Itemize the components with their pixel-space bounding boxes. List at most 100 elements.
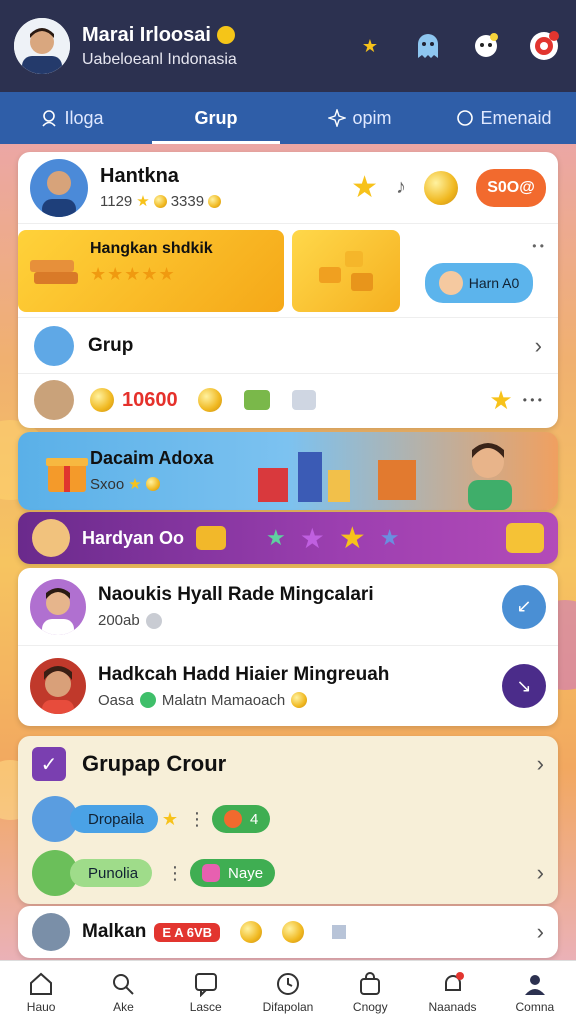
strip-avatar [32, 519, 70, 557]
treasure-icon [196, 526, 227, 550]
coin-icon [208, 194, 222, 208]
checkbox-icon[interactable]: ✓ [32, 747, 66, 781]
scroll-icon [291, 390, 316, 410]
tab-label: Emenaid [480, 107, 552, 128]
sparkle-icon [328, 109, 347, 127]
member-name: Hadkcah Hadd Hiaier Mingreuah [98, 663, 390, 685]
group-row[interactable]: Grup › [18, 318, 558, 374]
target-icon[interactable] [526, 28, 562, 64]
coin-icon [291, 692, 308, 708]
stat-a: 1129 [100, 192, 133, 210]
nav-shop[interactable]: Cnogy [329, 961, 411, 1024]
home-icon [30, 972, 53, 995]
host-label: Harn A0 [468, 274, 520, 291]
member-avatar [30, 658, 86, 714]
role-pill[interactable]: Punolia [70, 859, 153, 887]
tag-pill: E A 6VB [154, 922, 221, 942]
nav-notifications[interactable]: Naanads [411, 961, 493, 1024]
promo-banner[interactable]: Dacaim Adoxa Sxoo ★ [18, 432, 558, 510]
mascot-icon[interactable] [468, 28, 504, 64]
rating-stars-icon: ★★★★★ [90, 263, 176, 284]
badge-pill[interactable]: Naye [190, 859, 276, 887]
star-icon: ★ [161, 808, 179, 829]
chevron-right-icon: › [536, 919, 544, 944]
strip-label: Hardyan Oo [82, 527, 185, 548]
promo-subtitle: Sxoo [90, 475, 125, 493]
nav-chat[interactable]: Lasce [165, 961, 247, 1024]
more-dots[interactable]: • • • [523, 393, 542, 407]
tab-home[interactable]: Iloga [0, 92, 144, 144]
list-item[interactable]: Dropaila ★ ⋮ 4 [18, 792, 558, 846]
role-pill[interactable]: Dropaila [70, 805, 158, 833]
tab-label: Iloga [64, 107, 104, 128]
more-vertical-icon: ⋮ [188, 808, 207, 829]
list-item[interactable]: Hadkcah Hadd Hiaier Mingreuah Oasa Malat… [18, 646, 558, 726]
badge-pill[interactable]: 4 [212, 805, 271, 833]
profile-card: Hantkna 1129 ★ 3339 ★ ♪ S0O@ Hangkan shd… [18, 152, 558, 428]
list-item[interactable]: Punolia ⋮ Naye › [18, 846, 558, 900]
member-detail: 200ab [98, 612, 140, 629]
chest-icon [243, 390, 270, 410]
gold-bag-icon [90, 388, 114, 412]
list-item[interactable]: Naoukis Hyall Rade Mingcalari 200ab ↙ [18, 568, 558, 646]
member-list: Naoukis Hyall Rade Mingcalari 200ab ↙ Ha… [18, 568, 558, 726]
nav-label: Naanads [428, 1000, 477, 1014]
profile-avatar[interactable] [14, 18, 70, 74]
star-icon[interactable]: ★ [352, 28, 388, 64]
chat-icon [194, 973, 217, 997]
star-icon: ★ [338, 521, 366, 555]
more-indicator: • • [532, 238, 544, 253]
user-subtitle: Uabeloeanl Indonasia [82, 50, 237, 68]
nav-label: Hauo [26, 1000, 56, 1014]
coin-icon [240, 921, 263, 943]
host-chip[interactable]: Harn A0 [425, 262, 533, 303]
tab-emenaid[interactable]: Emenaid [432, 92, 576, 144]
nav-history[interactable]: Difapolan [247, 961, 329, 1024]
nav-label: Cnogy [352, 1000, 388, 1014]
group-avatar[interactable] [30, 158, 88, 217]
coin-stack-icon [424, 170, 458, 205]
member-avatar [30, 578, 86, 635]
nav-label: Ake [113, 1000, 134, 1014]
gold-bars-icon [30, 259, 78, 284]
group-row-label: Grup [88, 334, 134, 356]
nav-home[interactable]: Hauo [0, 961, 82, 1024]
promo-title: Dacaim Adoxa [90, 448, 214, 468]
call-button[interactable]: ↙ [502, 584, 546, 629]
coin-icon [197, 388, 222, 412]
coin-icon [145, 612, 162, 629]
circle-check-icon [457, 110, 474, 126]
character-avatar [34, 380, 74, 420]
search-icon [113, 974, 135, 995]
ghost-mascot-icon[interactable] [410, 28, 446, 64]
chevron-right-icon: › [536, 860, 544, 885]
person-illustration [468, 443, 512, 510]
nav-search[interactable]: Ake [82, 961, 164, 1024]
gem-icon [139, 692, 156, 708]
points-chip[interactable]: S0O@ [476, 168, 546, 207]
gold-chest-icon [506, 523, 544, 553]
timer-button[interactable]: ↘ [502, 664, 546, 708]
gift-boxes-illustration [258, 452, 416, 502]
gold-tile[interactable] [292, 229, 400, 312]
group-row-avatar [34, 325, 74, 366]
bottom-nav: Hauo Ake Lasce Difapolan Cnogy Naanads C… [0, 960, 576, 1024]
group-panel-header[interactable]: ✓ Grupap Crour › [18, 736, 558, 792]
star-icon: ★ [128, 476, 142, 493]
last-list-item[interactable]: Malkan E A 6VB › [18, 906, 558, 958]
member-name: Naoukis Hyall Rade Mingcalari [98, 584, 374, 605]
group-panel-title: Grupap Crour [82, 751, 227, 776]
star-badge-icon: ★ [351, 171, 378, 204]
member-detail-secondary: Malatn Mamaoach [161, 691, 286, 709]
top-tabs: Iloga Grup opim Emenaid [0, 92, 576, 144]
nav-profile[interactable]: Comna [494, 961, 576, 1024]
music-note-icon: ♪ [396, 176, 406, 198]
purple-strip[interactable]: Hardyan Oo ★ ★ ★ ★ [18, 512, 558, 564]
achievement-banner[interactable]: Hangkan shdkik ★★★★★ [18, 229, 284, 312]
nav-label: Lasce [189, 1000, 222, 1014]
tab-group[interactable]: Grup [144, 92, 288, 144]
nav-label: Comna [515, 1000, 555, 1014]
star-icon: ★ [489, 384, 513, 415]
user-name: Marai Irloosai [82, 23, 211, 46]
tab-option[interactable]: opim [288, 92, 432, 144]
